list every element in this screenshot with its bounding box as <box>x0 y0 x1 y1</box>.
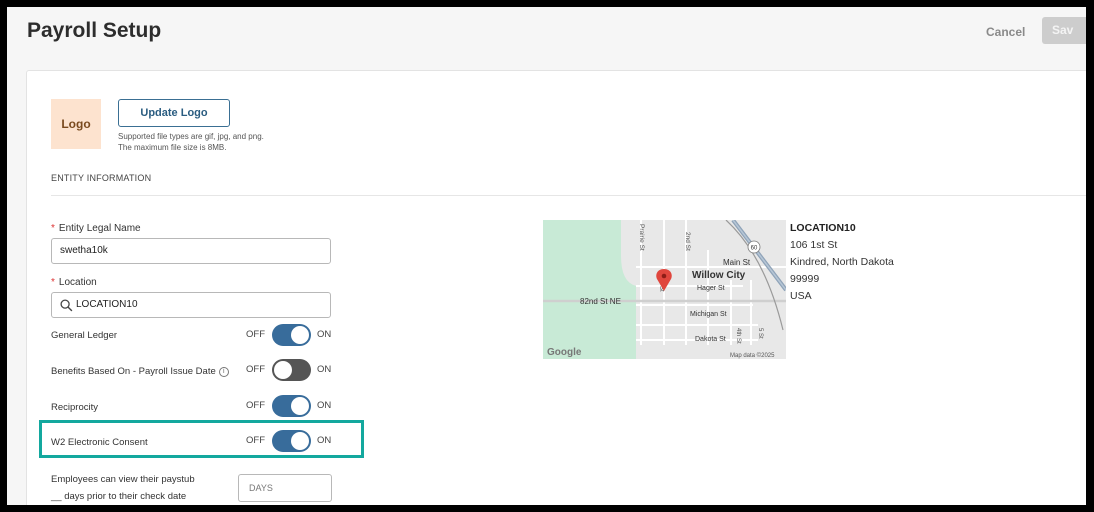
location-value: LOCATION10 <box>76 299 138 310</box>
toggle-knob <box>274 361 292 379</box>
address-line2: Kindred, North Dakota <box>790 256 894 268</box>
location-label: * Location <box>51 277 97 288</box>
route-shield: 60 <box>751 246 758 252</box>
toggle-knob <box>291 326 309 344</box>
address-line3: 99999 <box>790 273 820 285</box>
legal-name-input[interactable]: swetha10k <box>51 238 331 264</box>
legal-name-label-text: Entity Legal Name <box>58 223 141 234</box>
update-logo-button[interactable]: Update Logo <box>118 99 230 127</box>
street-hager: Hager St <box>697 285 725 292</box>
file-note-types: Supported file types are gif, jpg, and p… <box>118 132 264 141</box>
street-2nd: 2nd St <box>684 232 691 251</box>
on-label: ON <box>317 364 332 375</box>
app-frame: Payroll Setup Cancel Sav Logo Update Log… <box>7 7 1086 505</box>
paystub-label-line1: Employees can view their paystub <box>51 474 195 485</box>
save-button[interactable]: Sav <box>1042 17 1086 44</box>
info-icon[interactable]: i <box>218 367 229 377</box>
address-line1: 106 1st St <box>790 239 838 251</box>
logo-placeholder: Logo <box>51 99 101 149</box>
cancel-button[interactable]: Cancel <box>986 25 1025 39</box>
benefits-issue-date-label-text: Benefits Based On - Payroll Issue Date <box>51 366 216 377</box>
off-label: OFF <box>246 400 265 411</box>
toggle-knob <box>291 397 309 415</box>
on-label: ON <box>317 435 332 446</box>
reciprocity-toggle[interactable] <box>272 395 311 417</box>
on-label: ON <box>317 329 332 340</box>
w2-consent-label: W2 Electronic Consent <box>51 437 148 448</box>
off-label: OFF <box>246 329 265 340</box>
google-logo: Google <box>547 347 582 358</box>
file-note: Supported file types are gif, jpg, and p… <box>118 131 264 153</box>
reciprocity-label: Reciprocity <box>51 402 98 413</box>
general-ledger-toggle[interactable] <box>272 324 311 346</box>
legal-name-label: * Entity Legal Name <box>51 223 141 234</box>
search-icon <box>60 299 73 312</box>
file-note-size: The maximum file size is 8MB. <box>118 143 227 152</box>
off-label: OFF <box>246 435 265 446</box>
page-title: Payroll Setup <box>27 19 162 42</box>
city-label: Willow City <box>692 270 746 281</box>
general-ledger-label: General Ledger <box>51 330 118 341</box>
section-heading-entity: ENTITY INFORMATION <box>51 173 152 183</box>
days-input[interactable]: DAYS <box>238 474 332 502</box>
on-label: ON <box>317 400 332 411</box>
street-4th: 4th St <box>735 328 741 344</box>
settings-card: Logo Update Logo Supported file types ar… <box>26 70 1086 505</box>
paystub-label: Employees can view their paystub __ days… <box>51 471 195 505</box>
street-82nd: 82nd St NE <box>580 297 621 306</box>
address-line4: USA <box>790 290 812 302</box>
off-label: OFF <box>246 364 265 375</box>
street-dakota: Dakota St <box>695 336 726 343</box>
paystub-label-line2: __ days prior to their check date <box>51 491 187 502</box>
location-label-text: Location <box>58 277 97 288</box>
location-search-input[interactable]: LOCATION10 <box>51 292 331 318</box>
address-name: LOCATION10 <box>790 222 856 234</box>
street-prairie: Prairie St <box>638 224 645 251</box>
w2-consent-toggle[interactable] <box>272 430 311 452</box>
required-marker: * <box>51 223 55 234</box>
street-michigan: Michigan St <box>690 311 727 318</box>
benefits-issue-date-toggle[interactable] <box>272 359 311 381</box>
benefits-issue-date-label: Benefits Based On - Payroll Issue Date i <box>51 366 229 377</box>
map-attribution: Map data ©2025 <box>730 352 775 359</box>
toggle-knob <box>291 432 309 450</box>
required-marker: * <box>51 277 55 288</box>
address-block: LOCATION10 106 1st St Kindred, North Dak… <box>790 220 894 305</box>
street-5: 5 St <box>757 328 763 339</box>
street-main: Main St <box>723 258 751 267</box>
location-map[interactable]: 60 Prairie St 2nd St Main St Willow City… <box>543 220 786 359</box>
divider <box>51 195 1086 196</box>
